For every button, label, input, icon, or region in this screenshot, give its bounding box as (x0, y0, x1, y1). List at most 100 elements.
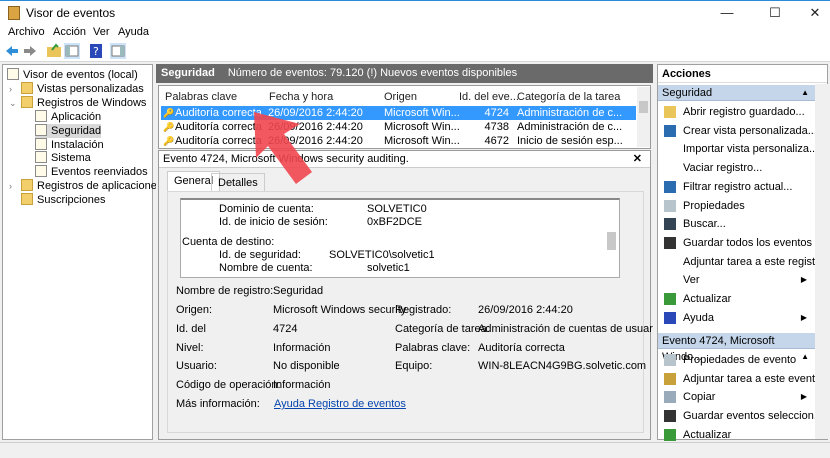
help-icon[interactable]: ? (88, 43, 104, 59)
close-button[interactable]: ✕ (800, 3, 830, 23)
action-label: Propiedades de evento (683, 354, 797, 366)
action-propiedades[interactable]: Propiedades (658, 197, 815, 215)
toolbar: ? (0, 41, 830, 62)
show-tree-icon[interactable] (64, 43, 80, 59)
collapse-icon[interactable]: ▲ (801, 85, 809, 101)
tree-item-label: Aplicación (51, 110, 102, 123)
show-actions-icon[interactable] (110, 43, 126, 59)
key-icon: 🔑 (163, 122, 175, 132)
date-cell: 26/09/2016 2:44:20 (268, 107, 363, 119)
event-description[interactable]: Dominio de cuenta: SOLVETIC0 Id. de inic… (180, 198, 620, 278)
action-label: Guardar todos los eventos ... (683, 236, 815, 249)
source-label: Origen: (176, 304, 213, 316)
close-detail-icon[interactable]: ✕ (633, 151, 642, 168)
task-category-value: Administración de cuentas de usuar (478, 323, 653, 335)
back-icon[interactable] (4, 43, 20, 59)
action-importar-vista-personaliza[interactable]: Importar vista personaliza... (658, 140, 815, 158)
status-bar (0, 442, 830, 458)
action-adjuntar-tarea-a-este-event[interactable]: Adjuntar tarea a este event... (658, 370, 815, 388)
maximize-button[interactable]: ☐ (760, 3, 790, 23)
event-id-label: Id. del (176, 323, 206, 335)
key-icon: 🔑 (163, 108, 175, 118)
event-list-scrollbar[interactable] (637, 87, 650, 147)
event-count: Número de eventos: 79.120 (!) Nuevos eve… (227, 67, 518, 79)
action-crear-vista-personalizada[interactable]: Crear vista personalizada... (658, 122, 815, 140)
open-folder-icon[interactable] (46, 43, 62, 59)
log-panel: Seguridad Número de eventos: 79.120 (!) … (156, 64, 653, 440)
menu-accion[interactable]: Acción (53, 26, 86, 38)
submenu-arrow-icon: ▶ (800, 392, 807, 402)
tree-item[interactable]: Seguridad (35, 123, 102, 138)
action-actualizar[interactable]: Actualizar (658, 290, 815, 308)
forward-icon[interactable] (22, 43, 38, 59)
menu-ver[interactable]: Ver (93, 26, 110, 38)
actions-pane: Acciones Seguridad ▲ Evento 4724, Microso… (657, 64, 828, 441)
app-icon (8, 6, 20, 20)
tree-item[interactable]: Suscripciones (21, 193, 105, 207)
submenu-arrow-icon: ▶ (800, 275, 807, 285)
tree-item[interactable]: ⌄ Registros de Windows (9, 95, 147, 110)
event-row[interactable]: 🔑 Auditoría correcta 26/09/2016 2:44:20 Mic… (161, 120, 636, 134)
log-icon (35, 109, 47, 122)
open-folder-icon (664, 106, 676, 118)
tree-item-label: Registros de Windows (37, 96, 147, 109)
tree-item[interactable]: Visor de eventos (local) (7, 68, 138, 82)
actions-scrollbar[interactable] (815, 84, 828, 439)
keywords-cell: Auditoría correcta (175, 121, 262, 133)
action-copiar[interactable]: Copiar ▶ (658, 388, 815, 406)
event-id-cell: 4724 (484, 107, 509, 119)
actions-section-event[interactable]: Evento 4724, Microsoft Windo... ▲ (658, 333, 815, 363)
action-guardar-todos-los-eventos[interactable]: Guardar todos los eventos ... (658, 234, 815, 252)
event-log-help-link[interactable]: Ayuda Registro de eventos (274, 398, 406, 410)
task-icon (664, 372, 676, 385)
expand-icon[interactable]: › (9, 179, 12, 193)
event-row[interactable]: 🔑 Auditoría correcta 26/09/2016 2:44:20 Mic… (161, 106, 636, 120)
tree-item[interactable]: Instalación (35, 137, 104, 152)
refresh-icon (664, 428, 676, 441)
action-abrir-registro-guardado[interactable]: Abrir registro guardado... (658, 103, 815, 121)
window-title: Visor de eventos (26, 6, 116, 20)
properties-icon (664, 199, 676, 212)
action-ayuda[interactable]: Ayuda ▶ (658, 309, 815, 327)
tab-detalles[interactable]: Detalles (211, 173, 265, 192)
event-id-cell: 4738 (484, 121, 509, 133)
event-row[interactable]: 🔑 Auditoría correcta 26/09/2016 2:44:20 Mic… (161, 134, 636, 148)
action-buscar[interactable]: Buscar... (658, 215, 815, 233)
tree-item[interactable]: › Vistas personalizadas (9, 81, 144, 96)
expand-icon[interactable]: › (9, 82, 12, 96)
menu-ayuda[interactable]: Ayuda (118, 26, 149, 38)
tree-item[interactable]: Aplicación (35, 109, 102, 124)
refresh-icon (664, 293, 676, 305)
desc-value: SOLVETIC0 (367, 203, 427, 215)
column-source[interactable]: Origen (384, 89, 417, 105)
tree-item[interactable]: Eventos reenviados (35, 165, 148, 179)
logged-label: Registrado: (395, 304, 452, 316)
tree-item-label: Vistas personalizadas (37, 82, 144, 95)
action-label: Vaciar registro... (683, 162, 763, 175)
filter-icon (664, 124, 676, 137)
title-bar: Visor de eventos — ☐ ✕ (0, 0, 830, 24)
action-propiedades-de-evento[interactable]: Propiedades de evento (658, 351, 815, 369)
minimize-button[interactable]: — (712, 3, 742, 23)
column-keywords[interactable]: Palabras clave (165, 89, 237, 105)
menu-archivo[interactable]: Archivo (8, 26, 45, 38)
copy-icon (664, 391, 676, 404)
tree-item[interactable]: Sistema (35, 151, 91, 165)
expand-icon[interactable]: ⌄ (9, 96, 17, 110)
help-icon (664, 311, 676, 324)
save-icon (664, 410, 676, 423)
action-guardar-eventos-seleccion[interactable]: Guardar eventos seleccion... (658, 407, 815, 425)
column-date[interactable]: Fecha y hora (269, 89, 333, 105)
actions-section-log[interactable]: Seguridad ▲ (658, 85, 815, 101)
user-value: No disponible (273, 360, 340, 372)
column-task-category[interactable]: Categoría de la tarea (517, 89, 620, 105)
computer-value: WIN-8LEACN4G9BG.solvetic.com (478, 360, 647, 372)
description-scrollbar[interactable] (605, 200, 619, 277)
source-cell: Microsoft Win... (384, 107, 460, 119)
action-adjuntar-tarea-a-este-regist[interactable]: Adjuntar tarea a este regist... (658, 253, 815, 271)
column-event-id[interactable]: Id. del eve... (459, 89, 519, 105)
action-ver[interactable]: Ver ▶ (658, 271, 815, 289)
svg-text:?: ? (93, 45, 99, 58)
action-filtrar-registro-actual[interactable]: Filtrar registro actual... (658, 178, 815, 196)
action-vaciar-registro[interactable]: Vaciar registro... (658, 159, 815, 177)
